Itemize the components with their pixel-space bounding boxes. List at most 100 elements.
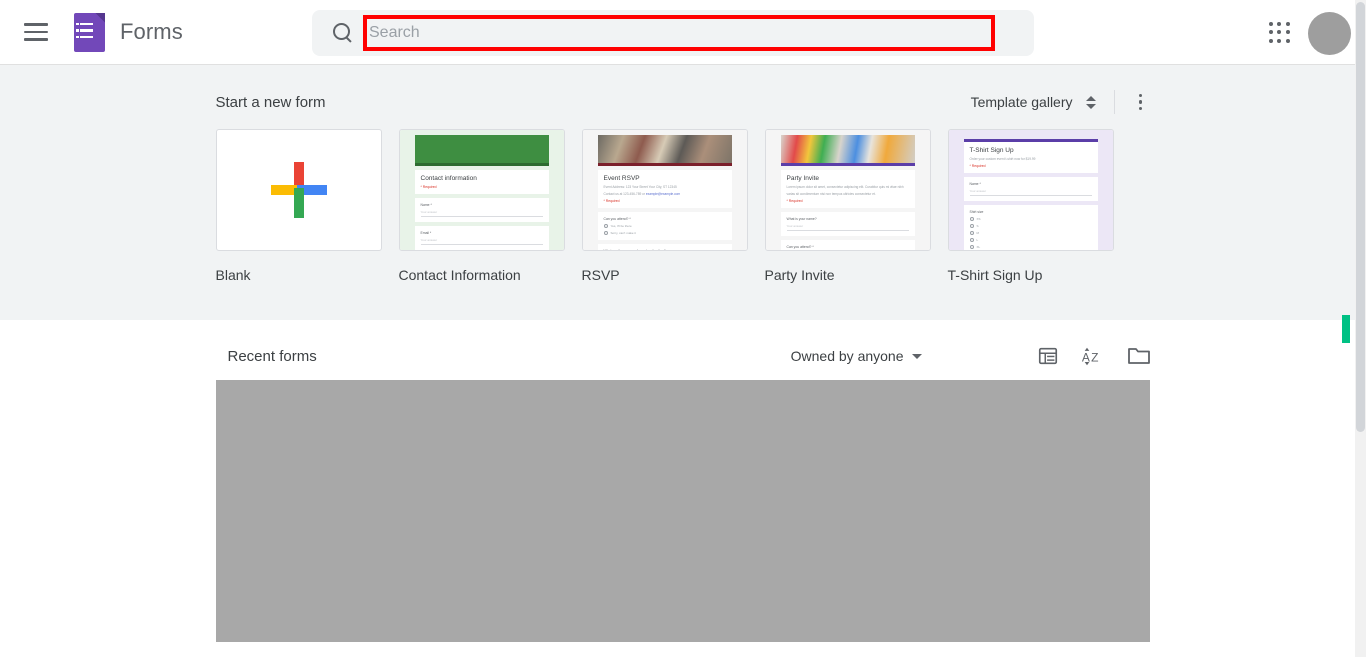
- mini-question-text: Name *: [420, 203, 432, 208]
- template-thumbnail-blank[interactable]: [215, 129, 382, 251]
- recent-view-controls: A Z: [1037, 344, 1151, 368]
- logo-line: [76, 22, 93, 25]
- mini-form-preview: Event RSVP Event Address: 123 Your Stree…: [582, 130, 747, 250]
- mini-question-card: Name * Your answer: [414, 198, 549, 223]
- template-thumbnail-rsvp[interactable]: Event RSVP Event Address: 123 Your Stree…: [581, 129, 748, 251]
- template-card-party-invite[interactable]: Party Invite Lorem ipsum dolor sit amet,…: [764, 129, 948, 283]
- mini-required-note: * Required: [603, 199, 620, 204]
- mini-option-label: XS: [976, 217, 981, 222]
- logo-line: [76, 35, 93, 38]
- recent-forms-title: Recent forms: [227, 347, 317, 365]
- mini-question-text: Shirt size: [969, 210, 984, 215]
- mini-required-note: * Required: [969, 164, 986, 169]
- app-header: Forms: [0, 0, 1366, 65]
- owner-filter-label: Owned by anyone: [790, 348, 904, 364]
- mini-question-card: Email * Your answer: [414, 226, 549, 250]
- mini-radio-option: S: [969, 224, 1092, 229]
- mini-answer-placeholder: Your answer: [420, 238, 543, 246]
- template-card-tshirt-sign-up[interactable]: T-Shirt Sign Up Order your custom event …: [947, 129, 1131, 283]
- mini-radio-option: XL: [969, 245, 1092, 250]
- mini-title-card: Party Invite Lorem ipsum dolor sit amet,…: [780, 170, 915, 209]
- recent-forms-panel: Recent forms Owned by anyone A Z: [0, 320, 1366, 657]
- open-folder-icon[interactable]: [1127, 345, 1151, 367]
- mini-description-line: Lorem ipsum dolor sit amet, consectetur …: [786, 185, 904, 190]
- mini-required-note: * Required: [786, 199, 803, 204]
- templates-panel: Start a new form Template gallery Blank …: [0, 65, 1366, 320]
- svg-text:Z: Z: [1091, 351, 1098, 365]
- mini-accent-bar: [414, 163, 549, 166]
- mini-description-line: Event Address: 123 Your Street Your City…: [603, 185, 677, 190]
- template-label[interactable]: Party Invite: [765, 267, 948, 283]
- mini-form-title: Contact information: [420, 175, 477, 182]
- mini-title-card: Event RSVP Event Address: 123 Your Stree…: [597, 170, 732, 209]
- mini-description-text: Contact us at 123-456-789 or: [603, 192, 645, 197]
- template-label[interactable]: T-Shirt Sign Up: [948, 267, 1131, 283]
- radio-circle: [969, 231, 974, 236]
- google-apps-grid-icon[interactable]: [1269, 22, 1291, 44]
- mini-description-line: Order your custom event t-shirt now for …: [969, 157, 1036, 162]
- google-forms-logo-icon[interactable]: [74, 12, 105, 52]
- page-scrollbar-thumb[interactable]: [1356, 2, 1365, 432]
- template-thumbnail-contact-information[interactable]: Contact information * Required Name * Yo…: [398, 129, 565, 251]
- avatar[interactable]: [1308, 12, 1351, 55]
- hamburger-menu-icon[interactable]: [24, 19, 50, 45]
- mini-question-card: What is your name? Your answer: [780, 212, 915, 237]
- start-new-form-title: Start a new form: [215, 93, 326, 111]
- template-gallery-button[interactable]: Template gallery: [971, 94, 1073, 110]
- apps-dot: [1269, 30, 1273, 35]
- mini-radio-option: XS: [969, 217, 1092, 222]
- more-options-kebab-icon[interactable]: [1131, 92, 1151, 112]
- hamburger-line: [24, 23, 48, 26]
- scroll-position-indicator: [1342, 315, 1350, 343]
- kebab-dot: [1138, 100, 1143, 104]
- mini-answer-placeholder: Your answer: [420, 210, 543, 218]
- sort-az-icon[interactable]: A Z: [1081, 344, 1105, 368]
- template-thumbnail-tshirt-sign-up[interactable]: T-Shirt Sign Up Order your custom event …: [947, 129, 1114, 251]
- app-title: Forms: [120, 19, 183, 44]
- mini-option-label: Yes, I'll be there: [610, 224, 632, 229]
- mini-option-label: XL: [976, 245, 981, 250]
- search-input[interactable]: [369, 21, 989, 45]
- mini-form-title: T-Shirt Sign Up: [969, 147, 1014, 154]
- mini-form-preview: Party Invite Lorem ipsum dolor sit amet,…: [765, 130, 930, 250]
- mini-radio-option: Sorry, can't make it: [603, 231, 726, 236]
- radio-circle: [969, 245, 974, 250]
- mini-title-card: T-Shirt Sign Up Order your custom event …: [963, 142, 1098, 174]
- owner-filter-dropdown[interactable]: Owned by anyone: [791, 348, 922, 364]
- mini-answer-placeholder: Your answer: [969, 189, 1092, 197]
- apps-dot: [1277, 22, 1282, 26]
- mini-question-card: Shirt size XS S M L XL: [963, 205, 1098, 250]
- plus-green-segment: [293, 188, 304, 218]
- hamburger-line: [24, 38, 48, 41]
- logo-list-lines: [76, 22, 93, 38]
- mini-banner-image: [597, 135, 732, 163]
- chevron-down-icon: [911, 353, 922, 359]
- template-card-blank[interactable]: Blank: [215, 129, 399, 283]
- template-label[interactable]: RSVP: [582, 267, 765, 283]
- search-bar[interactable]: [312, 10, 1034, 56]
- mini-question-text: Email *: [420, 231, 432, 236]
- mini-radio-option: Yes, I'll be there: [603, 224, 726, 229]
- apps-dot: [1277, 38, 1282, 43]
- mini-accent-bar: [597, 163, 732, 166]
- mini-title-card: Contact information * Required: [414, 170, 549, 195]
- mini-radio-option: M: [969, 231, 1092, 236]
- mini-question-text: What is your name?: [786, 217, 817, 222]
- template-thumbnail-party-invite[interactable]: Party Invite Lorem ipsum dolor sit amet,…: [764, 129, 931, 251]
- blank-plus-icon: [270, 162, 327, 218]
- mini-form-preview: Contact information * Required Name * Yo…: [399, 130, 564, 250]
- template-card-rsvp[interactable]: Event RSVP Event Address: 123 Your Stree…: [581, 129, 765, 283]
- mini-radio-option: L: [969, 238, 1092, 243]
- templates-header: Start a new form Template gallery: [216, 87, 1151, 117]
- mini-question-text: Can you attend? *: [786, 245, 814, 250]
- template-card-contact-information[interactable]: Contact information * Required Name * Yo…: [398, 129, 582, 283]
- template-label[interactable]: Contact Information: [399, 267, 582, 283]
- list-view-icon[interactable]: [1037, 345, 1059, 367]
- template-label[interactable]: Blank: [216, 267, 399, 283]
- search-icon[interactable]: [332, 22, 354, 44]
- chevron-down: [1085, 103, 1096, 109]
- apps-dot: [1285, 22, 1290, 26]
- mini-option-label: S: [976, 224, 979, 229]
- expand-collapse-chevrons-icon[interactable]: [1084, 92, 1098, 112]
- mini-accent-bar: [780, 163, 915, 166]
